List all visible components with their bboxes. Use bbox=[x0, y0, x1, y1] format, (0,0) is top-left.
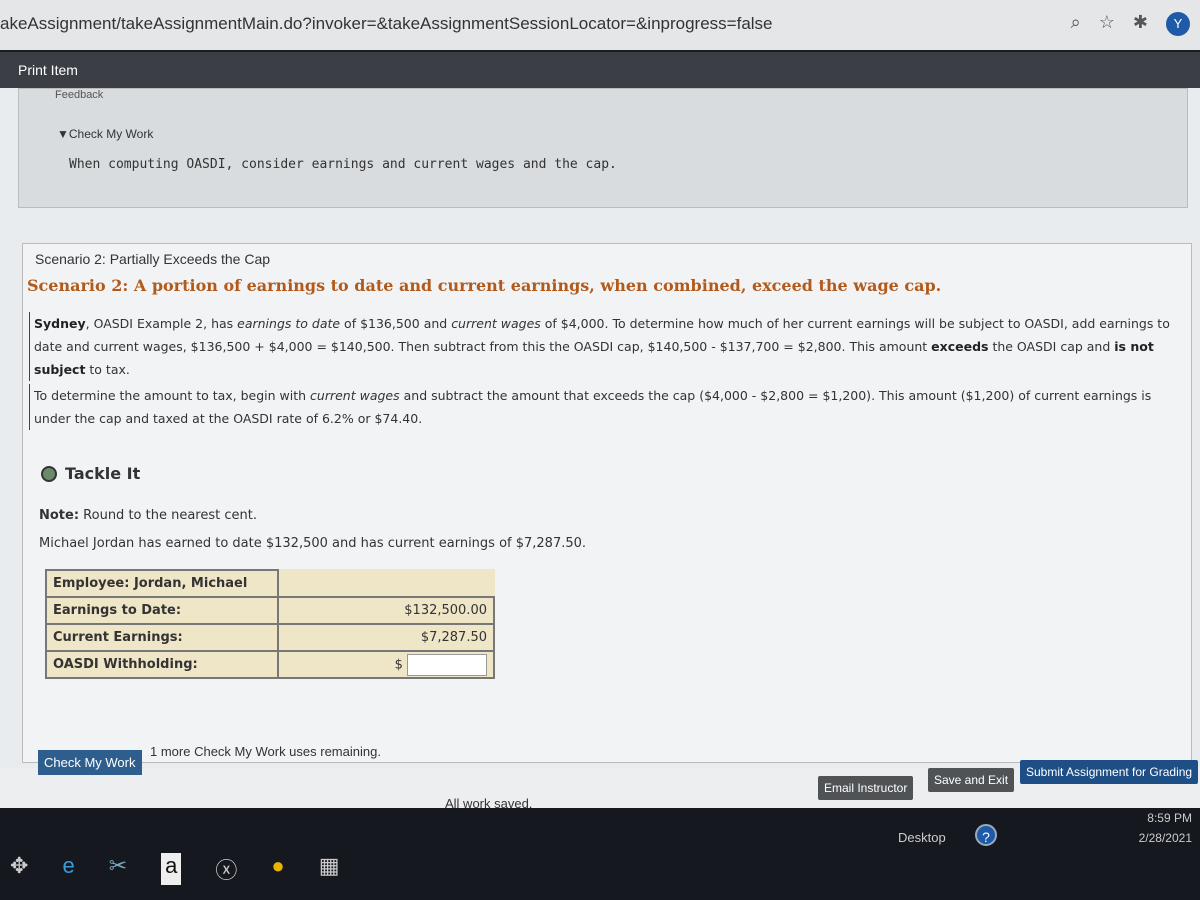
example-paragraph-2: To determine the amount to tax, begin wi… bbox=[29, 384, 1189, 430]
note-text: Round to the nearest cent. bbox=[79, 508, 257, 523]
help-icon[interactable]: ? bbox=[975, 824, 997, 846]
calculator-icon[interactable]: ▦ bbox=[319, 853, 340, 885]
xbox-icon[interactable]: ⓧ bbox=[215, 853, 237, 885]
row-value: $7,287.50 bbox=[277, 623, 495, 652]
bookmark-star-icon[interactable]: ☆ bbox=[1099, 12, 1115, 36]
extension-icon[interactable]: ✱ bbox=[1133, 12, 1148, 36]
app-icon[interactable]: ✂ bbox=[109, 853, 127, 885]
tackle-icon bbox=[41, 465, 57, 482]
desktop-toolbar[interactable]: Desktop bbox=[898, 830, 946, 845]
row-label: Earnings to Date: bbox=[45, 596, 279, 625]
check-my-work-toggle[interactable]: ▼Check My Work bbox=[57, 127, 153, 141]
table-row: Employee: Jordan, Michael bbox=[45, 569, 494, 598]
t: To determine the amount to tax, begin wi… bbox=[34, 388, 311, 403]
print-item-bar[interactable]: Print Item bbox=[0, 52, 1200, 88]
edge-icon[interactable]: e bbox=[62, 853, 74, 885]
save-and-exit-button[interactable]: Save and Exit bbox=[928, 768, 1015, 792]
time: 8:59 PM bbox=[1147, 811, 1192, 825]
feedback-hint: When computing OASDI, consider earnings … bbox=[69, 157, 617, 172]
check-my-work-button[interactable]: Check My Work bbox=[38, 750, 142, 775]
t: to tax. bbox=[85, 362, 130, 377]
amazon-icon[interactable]: a bbox=[161, 853, 182, 885]
zoom-icon[interactable]: ⌕ bbox=[1071, 12, 1081, 36]
chrome-icon[interactable]: ● bbox=[271, 853, 284, 885]
dropbox-icon[interactable]: ✥ bbox=[10, 853, 28, 885]
profile-avatar[interactable]: Y bbox=[1166, 12, 1190, 36]
empty-cell bbox=[278, 570, 390, 597]
row-label: Current Earnings: bbox=[45, 623, 279, 652]
scenario-title: Scenario 2: A portion of earnings to dat… bbox=[27, 276, 942, 295]
name: Sydney bbox=[34, 316, 86, 331]
t: of $136,500 and bbox=[340, 316, 452, 331]
t: exceeds bbox=[931, 339, 989, 354]
taskbar: Desktop ? 8:59 PM 2/28/2021 ✥ e ✂ a ⓧ ● ▦ bbox=[0, 808, 1200, 900]
row-label: OASDI Withholding: bbox=[45, 650, 279, 679]
clock[interactable]: 8:59 PM 2/28/2021 bbox=[1139, 808, 1192, 848]
table-row: Earnings to Date: $132,500.00 bbox=[45, 596, 495, 625]
scenario-subtitle: Scenario 2: Partially Exceeds the Cap bbox=[35, 251, 271, 267]
problem-statement: Michael Jordan has earned to date $132,5… bbox=[39, 536, 587, 551]
t: the OASDI cap and bbox=[988, 339, 1115, 354]
assignment-page: Feedback ▼Check My Work When computing O… bbox=[0, 88, 1200, 768]
t: , OASDI Example 2, has bbox=[85, 316, 238, 331]
date: 2/28/2021 bbox=[1138, 831, 1192, 845]
taskbar-apps: ✥ e ✂ a ⓧ ● ▦ bbox=[0, 853, 339, 885]
scenario-panel: Scenario 2: Partially Exceeds the Cap Sc… bbox=[22, 243, 1192, 763]
note-label: Note: bbox=[39, 508, 80, 523]
address-bar[interactable]: akeAssignment/takeAssignmentMain.do?invo… bbox=[0, 0, 1200, 50]
oasdi-cell: $ bbox=[277, 650, 495, 679]
row-value: $132,500.00 bbox=[277, 596, 495, 625]
tackle-it-heading: Tackle It bbox=[41, 464, 140, 483]
print-item-label[interactable]: Print Item bbox=[18, 62, 78, 78]
t: current wages bbox=[451, 316, 541, 331]
feedback-panel: Feedback ▼Check My Work When computing O… bbox=[18, 88, 1188, 208]
url-text[interactable]: akeAssignment/takeAssignmentMain.do?invo… bbox=[0, 14, 773, 33]
t: current wages bbox=[310, 388, 400, 403]
table-row: Current Earnings: $7,287.50 bbox=[45, 623, 495, 652]
submit-assignment-button[interactable]: Submit Assignment for Grading bbox=[1020, 760, 1199, 784]
tackle-title: Tackle It bbox=[65, 464, 141, 483]
email-instructor-button[interactable]: Email Instructor bbox=[818, 776, 914, 800]
dollar-prefix: $ bbox=[394, 657, 403, 672]
withholding-table: Employee: Jordan, Michael Earnings to Da… bbox=[45, 569, 495, 679]
remaining-uses: 1 more Check My Work uses remaining. bbox=[150, 744, 381, 759]
table-row: OASDI Withholding: $ bbox=[45, 650, 495, 679]
empty-cell bbox=[390, 570, 494, 597]
note: Note: Round to the nearest cent. bbox=[39, 508, 257, 523]
t: earnings to date bbox=[237, 316, 341, 331]
example-paragraph-1: Sydney, OASDI Example 2, has earnings to… bbox=[29, 312, 1189, 381]
employee-label: Employee: Jordan, Michael bbox=[45, 569, 279, 598]
oasdi-withholding-input[interactable] bbox=[407, 653, 487, 676]
feedback-title: Feedback bbox=[55, 89, 104, 101]
